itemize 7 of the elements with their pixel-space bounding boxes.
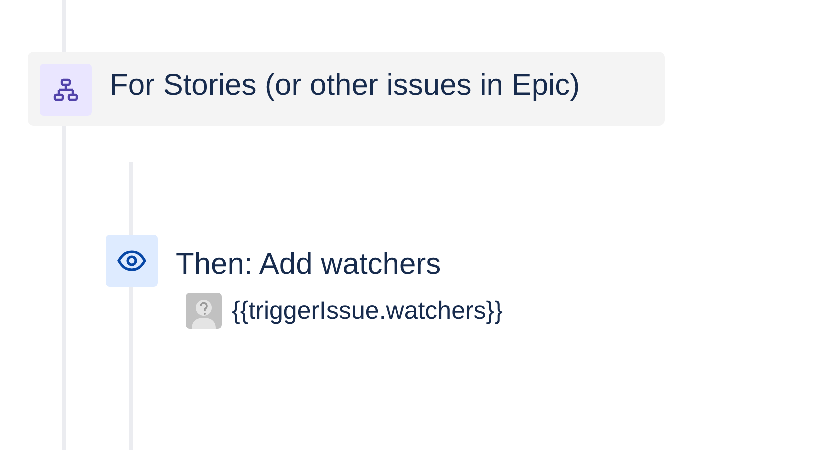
branch-title: For Stories (or other issues in Epic) (110, 68, 580, 104)
watchers-value: {{triggerIssue.watchers}} (232, 296, 503, 327)
action-title: Then: Add watchers (176, 247, 442, 283)
branch-card[interactable]: For Stories (or other issues in Epic) (28, 52, 665, 126)
eye-icon (106, 235, 158, 287)
avatar-icon (186, 293, 222, 329)
hierarchy-icon (40, 64, 92, 116)
